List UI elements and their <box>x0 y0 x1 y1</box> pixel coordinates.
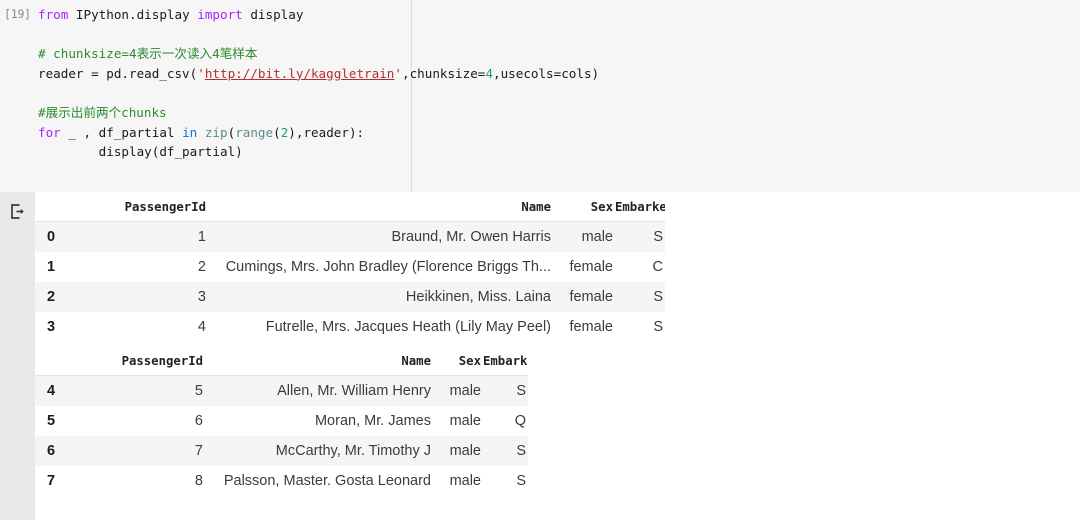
table-cell: S <box>615 282 665 312</box>
table-row: 67McCarthy, Mr. Timothy JmaleS <box>35 436 528 466</box>
table-cell: Allen, Mr. William Henry <box>205 376 433 407</box>
table-cell: C <box>615 252 665 282</box>
code-token: ( <box>273 125 281 140</box>
table-header-row: PassengerIdNameSexEmbarked <box>35 193 665 222</box>
code-token: range <box>235 125 273 140</box>
table-cell: Futrelle, Mrs. Jacques Heath (Lily May P… <box>208 312 553 342</box>
table-cell: McCarthy, Mr. Timothy J <box>205 436 433 466</box>
notebook-cell-container: [19] from IPython.display import display… <box>0 0 1080 520</box>
table-cell: 4 <box>73 312 208 342</box>
code-line: for _ , df_partial in zip(range(2),reade… <box>38 123 1080 143</box>
code-token: import <box>197 7 243 22</box>
table-header-row: PassengerIdNameSexEmbarked <box>35 347 528 376</box>
code-token: display(df_partial) <box>38 144 243 159</box>
row-index-label: 1 <box>35 252 73 282</box>
code-editor[interactable]: from IPython.display import display # ch… <box>38 5 1080 162</box>
table-cell: 2 <box>73 252 208 282</box>
code-token: ,chunksize= <box>402 66 485 81</box>
code-line: reader = pd.read_csv('http://bit.ly/kagg… <box>38 64 1080 84</box>
code-line: # chunksize=4表示一次读入4笔样本 <box>38 44 1080 64</box>
dataframe-chunk-1: PassengerIdNameSexEmbarked01Braund, Mr. … <box>35 193 665 342</box>
code-token: #展示出前两个chunks <box>38 105 167 120</box>
code-line: from IPython.display import display <box>38 5 1080 25</box>
table-cell: S <box>483 376 528 407</box>
table-cell: 7 <box>73 436 205 466</box>
code-token: reader = pd.read_csv( <box>38 66 197 81</box>
cell-output-area: PassengerIdNameSexEmbarked01Braund, Mr. … <box>0 192 1080 520</box>
code-token <box>197 125 205 140</box>
table-cell: Heikkinen, Miss. Laina <box>208 282 553 312</box>
code-token: ' <box>197 66 205 81</box>
code-line: display(df_partial) <box>38 142 1080 162</box>
table-row: 78Palsson, Master. Gosta LeonardmaleS <box>35 466 528 496</box>
code-token: ),reader): <box>288 125 364 140</box>
table-cell: female <box>553 282 615 312</box>
code-token[interactable]: http://bit.ly/kaggletrain <box>205 66 395 81</box>
code-token: from <box>38 7 68 22</box>
execution-count-prompt: [19] <box>4 7 38 21</box>
row-index-label: 5 <box>35 406 73 436</box>
table-cell: 8 <box>73 466 205 496</box>
code-token: IPython.display <box>68 7 197 22</box>
code-token: ,usecols=cols) <box>493 66 599 81</box>
table-cell: male <box>433 466 483 496</box>
table-cell: Braund, Mr. Owen Harris <box>208 222 553 253</box>
dataframe-chunk-2: PassengerIdNameSexEmbarked45Allen, Mr. W… <box>35 347 528 496</box>
table-cell: Cumings, Mrs. John Bradley (Florence Bri… <box>208 252 553 282</box>
code-token: 4 <box>485 66 493 81</box>
row-index-label: 7 <box>35 466 73 496</box>
table-cell: 5 <box>73 376 205 407</box>
column-header-embarked: Embarked <box>483 347 528 376</box>
table-row: 23Heikkinen, Miss. LainafemaleS <box>35 282 665 312</box>
table-cell: 6 <box>73 406 205 436</box>
table-cell: S <box>483 466 528 496</box>
table-cell: S <box>615 222 665 253</box>
code-token: _ , df_partial <box>61 125 182 140</box>
table-cell: female <box>553 312 615 342</box>
table-cell: S <box>483 436 528 466</box>
table-row: 45Allen, Mr. William HenrymaleS <box>35 376 528 407</box>
table-cell: S <box>615 312 665 342</box>
code-cell[interactable]: [19] from IPython.display import display… <box>0 0 1080 192</box>
row-index-label: 4 <box>35 376 73 407</box>
table-cell: 1 <box>73 222 208 253</box>
table-row: 12Cumings, Mrs. John Bradley (Florence B… <box>35 252 665 282</box>
column-header-sex: Sex <box>553 193 615 222</box>
table-row: 34Futrelle, Mrs. Jacques Heath (Lily May… <box>35 312 665 342</box>
table-cell: Moran, Mr. James <box>205 406 433 436</box>
column-header-passengerid: PassengerId <box>73 347 205 376</box>
table-cell: Palsson, Master. Gosta Leonard <box>205 466 433 496</box>
table-cell: male <box>433 406 483 436</box>
column-header-name: Name <box>205 347 433 376</box>
index-column-header <box>35 193 73 222</box>
row-index-label: 0 <box>35 222 73 253</box>
column-header-embarked: Embarked <box>615 193 665 222</box>
code-line <box>38 25 1080 45</box>
table-row: 56Moran, Mr. JamesmaleQ <box>35 406 528 436</box>
output-gutter <box>0 192 35 520</box>
row-index-label: 3 <box>35 312 73 342</box>
code-token: for <box>38 125 61 140</box>
column-header-sex: Sex <box>433 347 483 376</box>
code-token: in <box>182 125 197 140</box>
code-line: #展示出前两个chunks <box>38 103 1080 123</box>
code-line <box>38 83 1080 103</box>
index-column-header <box>35 347 73 376</box>
code-token: ' <box>394 66 402 81</box>
code-token: # chunksize=4表示一次读入4笔样本 <box>38 46 258 61</box>
table-row: 01Braund, Mr. Owen HarrismaleS <box>35 222 665 253</box>
table-cell: female <box>553 252 615 282</box>
table-cell: male <box>433 436 483 466</box>
row-index-label: 2 <box>35 282 73 312</box>
row-index-label: 6 <box>35 436 73 466</box>
table-cell: Q <box>483 406 528 436</box>
column-header-name: Name <box>208 193 553 222</box>
table-cell: male <box>553 222 615 253</box>
column-header-passengerid: PassengerId <box>73 193 208 222</box>
table-cell: male <box>433 376 483 407</box>
output-export-icon[interactable] <box>9 203 26 220</box>
code-token: display <box>243 7 304 22</box>
code-token: zip <box>205 125 228 140</box>
table-cell: 3 <box>73 282 208 312</box>
